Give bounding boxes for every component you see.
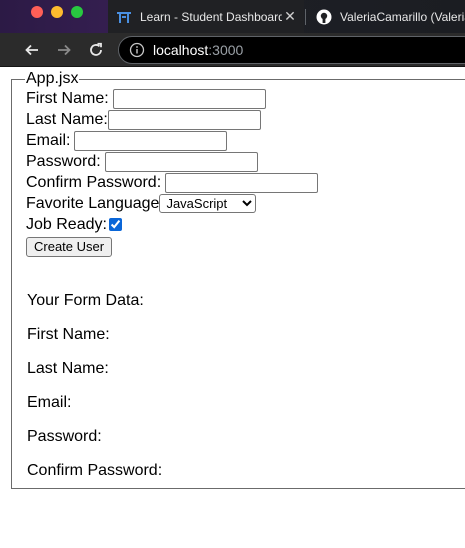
tab-learn-dashboard[interactable]: Learn - Student Dashboard ✕ xyxy=(108,0,304,33)
last-name-row: Last Name: xyxy=(26,109,465,130)
first-name-label: First Name: xyxy=(26,90,109,107)
back-arrow-icon[interactable] xyxy=(22,40,42,60)
url-host: localhost xyxy=(153,42,209,58)
address-bar[interactable]: localhost:3000 xyxy=(118,36,465,64)
password-input[interactable] xyxy=(104,151,258,172)
last-name-label: Last Name: xyxy=(26,111,108,128)
browser-tab-bar: Learn - Student Dashboard ✕ ValeriaCamar… xyxy=(0,0,465,33)
favorite-language-select[interactable]: JavaScript xyxy=(159,194,257,213)
close-window-button[interactable] xyxy=(31,6,43,18)
submit-row: Create User xyxy=(26,235,465,257)
confirm-password-row: Confirm Password: xyxy=(26,172,465,193)
last-name-input[interactable] xyxy=(107,109,261,130)
output-password: Password: xyxy=(27,428,102,445)
page-content: App.jsx First Name: Last Name: Email: Pa… xyxy=(0,67,465,548)
output-last-name: Last Name: xyxy=(27,360,109,377)
password-label: Password: xyxy=(26,153,101,170)
favorite-language-label: Favorite Language xyxy=(26,195,160,212)
form-data-heading: Your Form Data: xyxy=(27,292,144,309)
tab-separator xyxy=(305,9,306,25)
close-tab-icon[interactable]: ✕ xyxy=(282,8,298,25)
tab-title: Learn - Student Dashboard xyxy=(140,9,282,24)
url-port: :3000 xyxy=(208,42,244,58)
tab-github-profile[interactable]: ValeriaCamarillo (Valeria xyxy=(308,0,465,33)
email-row: Email: xyxy=(26,130,465,151)
create-user-button[interactable]: Create User xyxy=(26,236,113,257)
first-name-input[interactable] xyxy=(112,88,266,109)
browser-toolbar: localhost:3000 xyxy=(0,33,465,67)
site-info-icon[interactable] xyxy=(129,42,145,58)
forward-arrow-icon[interactable] xyxy=(54,40,74,60)
confirm-password-input[interactable] xyxy=(165,172,319,193)
output-first-name: First Name: xyxy=(27,326,110,343)
job-ready-label: Job Ready: xyxy=(26,216,107,233)
job-ready-row: Job Ready: xyxy=(26,214,465,235)
maximize-window-button[interactable] xyxy=(71,6,83,18)
reload-icon[interactable] xyxy=(86,40,106,60)
password-row: Password: xyxy=(26,151,465,172)
github-icon xyxy=(316,9,332,25)
email-label: Email: xyxy=(26,132,71,149)
first-name-row: First Name: xyxy=(26,88,465,109)
tab-title: ValeriaCamarillo (Valeria xyxy=(340,9,465,24)
output-confirm-password: Confirm Password: xyxy=(27,462,163,479)
favorite-language-row: Favorite Language JavaScript xyxy=(26,193,465,214)
app-fieldset: App.jsx First Name: Last Name: Email: Pa… xyxy=(11,70,465,489)
output-email: Email: xyxy=(27,394,72,411)
fieldset-legend: App.jsx xyxy=(26,70,79,87)
email-input[interactable] xyxy=(74,130,228,151)
minimize-window-button[interactable] xyxy=(51,6,63,18)
confirm-password-label: Confirm Password: xyxy=(26,174,162,191)
job-ready-checkbox[interactable] xyxy=(108,218,122,231)
learn-icon xyxy=(116,9,132,25)
